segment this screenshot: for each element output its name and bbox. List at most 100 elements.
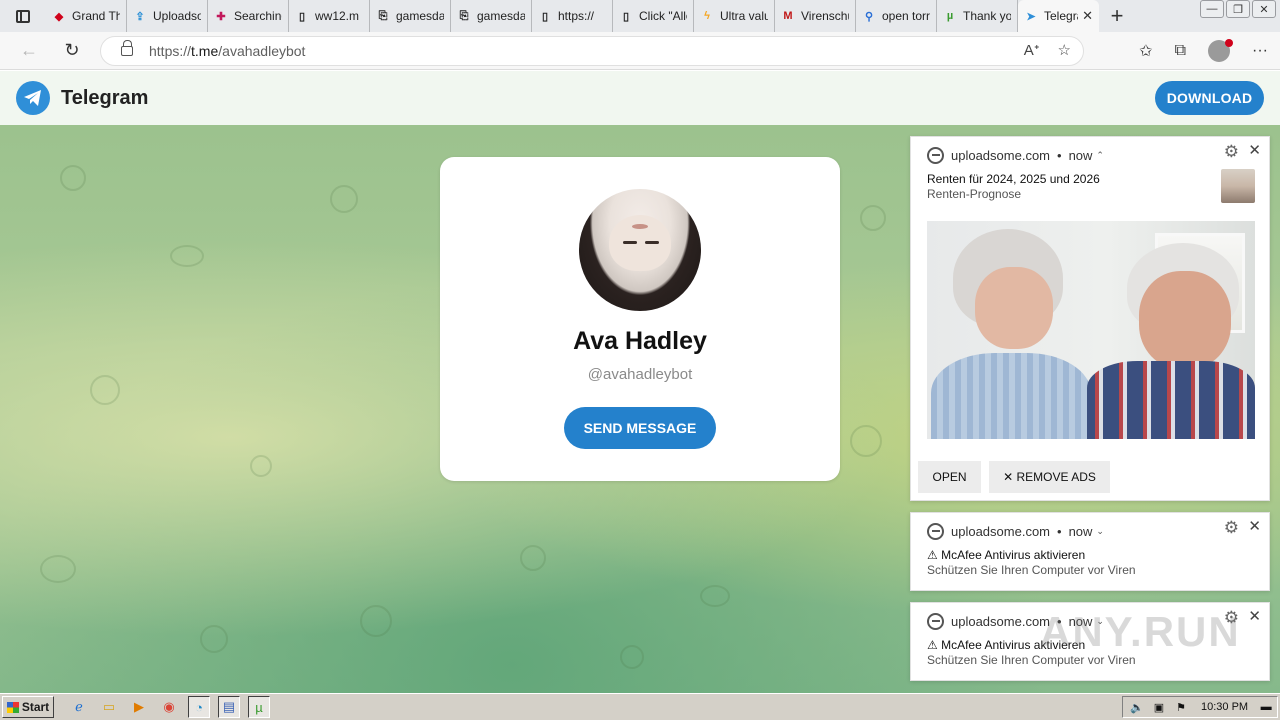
doodle-shape [860, 205, 886, 231]
close-icon[interactable]: ✕ [1248, 141, 1261, 159]
refresh-icon: ↻ [64, 40, 80, 60]
tab-4[interactable]: ▯ ww12.m [289, 0, 370, 32]
address-bar-actions: Aᐩ ☆ [1024, 41, 1071, 59]
add-favorite-icon[interactable]: ☆ [1058, 41, 1071, 59]
doodle-shape [360, 605, 392, 637]
separator-dot: • [1057, 524, 1062, 539]
tab-9[interactable]: ϟ Ultra value [694, 0, 775, 32]
tab-actions-icon [16, 9, 30, 23]
tab-title: Virenschutz [801, 9, 849, 23]
tab-8[interactable]: ▯ Click "Allow" [613, 0, 694, 32]
more-menu-icon[interactable]: ··· [1252, 42, 1268, 60]
tab-title: Grand Theft [72, 9, 120, 23]
notification-hero-image [927, 221, 1255, 439]
tab-7[interactable]: ▯ https:// [532, 0, 613, 32]
notification-source: uploadsome.com [951, 614, 1050, 629]
notification-header: uploadsome.com • now ⌄ [927, 523, 1104, 540]
doodle-shape [40, 555, 76, 583]
doodle-shape [250, 455, 272, 477]
back-arrow-icon: ← [20, 40, 38, 60]
folder-icon[interactable]: ▭ [98, 696, 120, 718]
profile-name: Ava Hadley [573, 327, 707, 355]
gear-icon[interactable]: ⚙ [1224, 518, 1239, 538]
tab-10[interactable]: M Virenschutz [775, 0, 856, 32]
tab-11[interactable]: ⚲ open torrent [856, 0, 937, 32]
start-button[interactable]: Start [2, 696, 54, 718]
edge-taskbar-icon[interactable]: ◔ [188, 696, 210, 718]
gear-icon[interactable]: ⚙ [1224, 142, 1239, 162]
lightning-icon: ϟ [704, 10, 710, 22]
notification-mcafee-1[interactable]: uploadsome.com • now ⌄ ⚙ ✕ ⚠ McAfee Anti… [910, 512, 1270, 591]
close-window-button[interactable]: ✕ [1252, 0, 1276, 18]
tab-1[interactable]: ◆ Grand Theft [46, 0, 127, 32]
show-desktop-icon[interactable]: ▬ [1258, 701, 1274, 713]
open-button[interactable]: OPEN [918, 461, 981, 493]
image-person [1087, 361, 1255, 439]
network-icon[interactable]: ▣ [1151, 701, 1167, 714]
tab-6[interactable]: ⎘ gamesdata [451, 0, 532, 32]
back-button[interactable]: ← [10, 32, 48, 70]
notepad-icon[interactable]: ▤ [218, 696, 240, 718]
edge-logo-icon [927, 613, 944, 630]
clock: 10:30 PM [1201, 701, 1249, 713]
minimize-button[interactable]: — [1200, 0, 1224, 18]
remove-ads-button[interactable]: ✕ REMOVE ADS [989, 461, 1110, 493]
tab-2[interactable]: ⇪ Uploadsome [127, 0, 208, 32]
doodle-shape [620, 645, 644, 669]
doodle-shape [90, 375, 120, 405]
profile-avatar[interactable] [1208, 39, 1234, 62]
close-icon[interactable]: ✕ [1248, 607, 1261, 625]
doodle-shape [520, 545, 546, 571]
collections-icon[interactable]: ⧉ [1175, 42, 1186, 60]
close-icon[interactable]: ✕ [1248, 517, 1261, 535]
profile-handle: @avahadleybot [587, 366, 693, 383]
utorrent-taskbar-icon[interactable]: µ [248, 696, 270, 718]
profile-eye [645, 241, 659, 244]
url-scheme: https:// [149, 43, 192, 59]
window-controls: — ❐ ✕ [1198, 0, 1276, 20]
profile-eye [623, 241, 637, 244]
separator-dot: • [1057, 148, 1062, 163]
address-bar[interactable]: https://t.me/avahadleybot Aᐩ ☆ [100, 36, 1084, 66]
volume-icon[interactable]: 🔈 [1129, 701, 1145, 714]
chevron-up-icon[interactable]: ⌃ [1096, 150, 1104, 161]
close-tab-icon[interactable]: ✕ [1078, 8, 1093, 24]
tab-title: Searching [234, 9, 282, 23]
tab-5[interactable]: ⎘ gamesdata [370, 0, 451, 32]
tab-12[interactable]: µ Thank you [937, 0, 1018, 32]
download-button[interactable]: DOWNLOAD [1155, 81, 1264, 115]
download-page-icon: ⎘ [378, 9, 388, 22]
read-aloud-icon[interactable]: Aᐩ [1024, 41, 1040, 59]
tab-title: Uploadsome [153, 9, 201, 23]
tab-title: gamesdata [396, 9, 444, 23]
internet-explorer-icon[interactable]: ℯ [68, 696, 90, 718]
notification-source: uploadsome.com [951, 148, 1050, 163]
new-tab-button[interactable]: + [1099, 0, 1135, 32]
start-label: Start [21, 700, 50, 714]
notification-ad-expanded[interactable]: uploadsome.com • now ⌃ ⚙ ✕ Renten für 20… [910, 136, 1270, 501]
tab-3[interactable]: ✚ Searching [208, 0, 289, 32]
chevron-down-icon[interactable]: ⌄ [1096, 526, 1104, 537]
tab-title: Telegram [1044, 9, 1078, 23]
send-message-button[interactable]: SEND MESSAGE [564, 407, 716, 449]
favorites-icon[interactable]: ✩ [1139, 41, 1152, 61]
tab-title: https:// [558, 9, 595, 23]
browser-tab-strip: ◆ Grand Theft ⇪ Uploadsome ✚ Searching ▯ ww1… [0, 0, 1280, 32]
chrome-icon[interactable]: ◉ [158, 696, 180, 718]
notification-time: now [1068, 524, 1093, 539]
search-icon: ⚲ [864, 10, 874, 23]
tab-title: Thank you [963, 9, 1011, 23]
download-page-icon: ⎘ [459, 9, 469, 22]
media-player-icon[interactable]: ▶ [128, 696, 150, 718]
tab-actions-button[interactable] [0, 0, 46, 32]
doodle-shape [170, 245, 204, 267]
refresh-button[interactable]: ↻ [53, 32, 91, 70]
notification-body: Schützen Sie Ihren Computer vor Viren [927, 563, 1136, 577]
restore-button[interactable]: ❐ [1226, 0, 1250, 18]
url-text[interactable]: https://t.me/avahadleybot [149, 43, 305, 59]
page-icon: ▯ [622, 10, 630, 23]
notification-source: uploadsome.com [951, 524, 1050, 539]
flag-icon[interactable]: ⚑ [1173, 701, 1189, 714]
upload-icon: ⇪ [135, 10, 145, 23]
tab-telegram-active[interactable]: ➤ Telegram✕ [1018, 0, 1099, 32]
